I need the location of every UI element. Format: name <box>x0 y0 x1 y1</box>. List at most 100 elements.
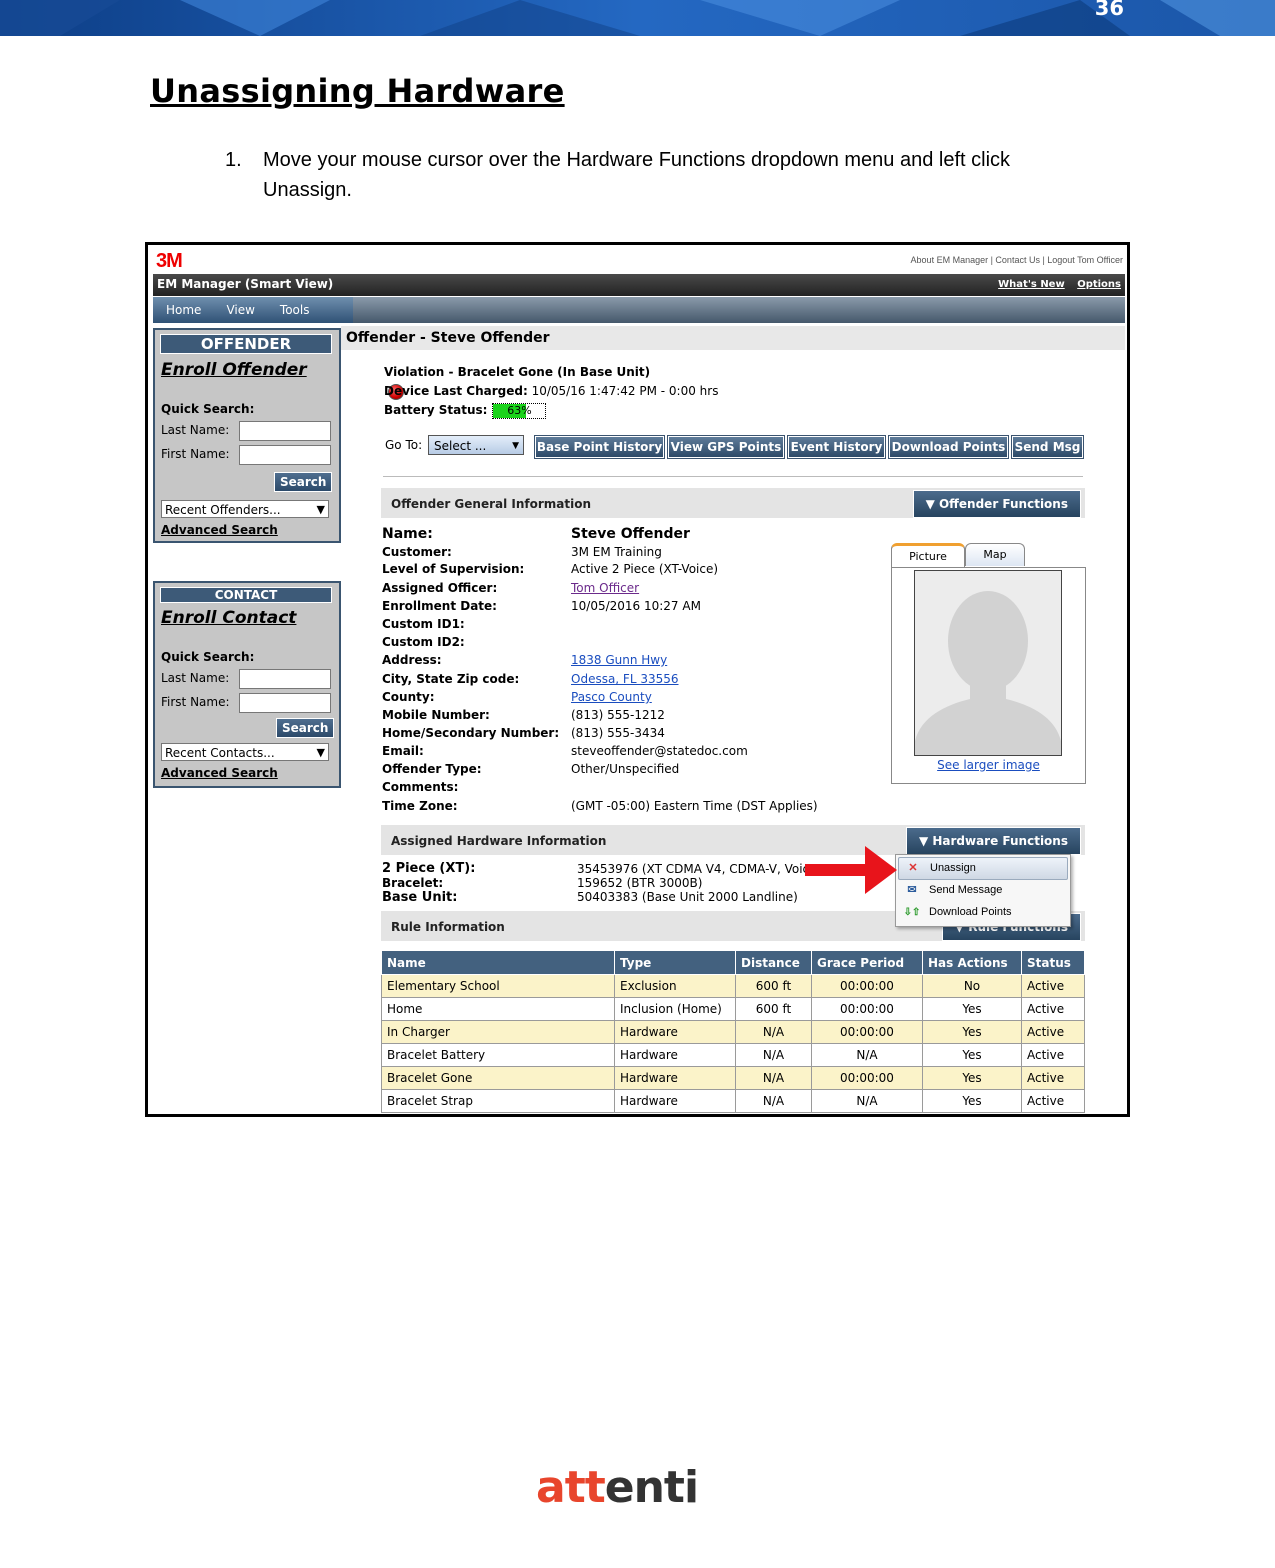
table-row[interactable]: In Charger Hardware N/A 00:00:00 Yes Active <box>381 1020 1085 1044</box>
app-top-bar: 3M About EM Manager | Contact Us | Logou… <box>153 250 1125 272</box>
column-header[interactable]: Status <box>1021 950 1085 975</box>
first-name-label: First Name: <box>161 447 230 461</box>
menu-item-download-points[interactable]: ⇩⇧ Download Points <box>898 902 1066 923</box>
info-label: Email: <box>382 744 424 758</box>
table-cell: In Charger <box>381 1020 615 1044</box>
table-row[interactable]: Elementary School Exclusion 600 ft 00:00:00… <box>381 974 1085 998</box>
contact-last-name-input[interactable] <box>239 669 331 689</box>
offender-advanced-search-link[interactable]: Advanced Search <box>161 523 278 537</box>
header-links: What's New Options <box>989 279 1121 290</box>
table-cell: Yes <box>922 1043 1022 1067</box>
download-points-button[interactable]: Download Points <box>888 435 1009 459</box>
address-link[interactable]: 1838 Gunn Hwy <box>571 653 667 667</box>
goto-select[interactable]: Select ... ▼ <box>428 435 524 455</box>
hardware-label: Base Unit: <box>382 890 458 905</box>
recent-offenders-value: Recent Offenders... <box>165 503 281 517</box>
enroll-offender-link[interactable]: Enroll Offender <box>161 360 307 380</box>
quick-search-label: Quick Search: <box>161 402 255 416</box>
table-cell: Active <box>1021 1020 1085 1044</box>
top-links[interactable]: About EM Manager | Contact Us | Logout T… <box>911 255 1123 265</box>
menu-item-send-message[interactable]: ✉ Send Message <box>898 880 1066 901</box>
menu-item-unassign[interactable]: ✕ Unassign <box>898 857 1068 880</box>
send-msg-button[interactable]: Send Msg <box>1011 435 1084 459</box>
table-cell: Active <box>1021 1066 1085 1090</box>
whats-new-link[interactable]: What's New <box>998 279 1065 290</box>
tab-picture[interactable]: Picture <box>891 543 965 568</box>
page-title: Offender - Steve Offender <box>346 330 550 346</box>
see-larger-image-link[interactable]: See larger image <box>892 758 1085 772</box>
red-arrow-icon <box>805 846 897 894</box>
menu-view[interactable]: View <box>213 297 266 323</box>
contact-search-button[interactable]: Search <box>276 718 335 738</box>
table-cell: Elementary School <box>381 974 615 998</box>
officer-link[interactable]: Tom Officer <box>571 581 639 595</box>
chevron-down-icon: ▼ <box>316 746 325 759</box>
info-value: Tom Officer <box>571 581 639 595</box>
table-cell: Bracelet Battery <box>381 1043 615 1067</box>
tab-map[interactable]: Map <box>965 543 1025 566</box>
recent-contacts-value: Recent Contacts... <box>165 746 275 760</box>
menu-group: HomeViewToolsHelp <box>153 297 353 343</box>
table-row[interactable]: Bracelet Battery Hardware N/A N/A Yes Active <box>381 1043 1085 1067</box>
column-header[interactable]: Type <box>614 950 736 975</box>
event-history-button[interactable]: Event History <box>787 435 886 459</box>
rules-header-row: Name Type Distance Grace Period Has Acti… <box>381 950 1085 975</box>
info-value: Pasco County <box>571 690 652 704</box>
address-link[interactable]: Odessa, FL 33556 <box>571 672 679 686</box>
info-value: Odessa, FL 33556 <box>571 672 679 686</box>
contact-first-name-input[interactable] <box>239 693 331 713</box>
info-label: Offender Type: <box>382 762 482 776</box>
last-name-label: Last Name: <box>161 423 230 437</box>
table-cell: 00:00:00 <box>811 974 923 998</box>
table-row[interactable]: Bracelet Gone Hardware N/A 00:00:00 Yes Activ… <box>381 1066 1085 1090</box>
menu-tools[interactable]: Tools <box>267 297 322 323</box>
column-header[interactable]: Distance <box>735 950 812 975</box>
table-row[interactable]: Home Inclusion (Home) 600 ft 00:00:00 Yes Act… <box>381 997 1085 1021</box>
rule-info-title: Rule Information <box>391 920 505 934</box>
column-header[interactable]: Grace Period <box>811 950 923 975</box>
table-cell: Inclusion (Home) <box>614 997 736 1021</box>
table-cell: 00:00:00 <box>811 1066 923 1090</box>
last-name-label: Last Name: <box>161 671 230 685</box>
table-cell: Yes <box>922 1066 1022 1090</box>
offender-search-button[interactable]: Search <box>274 472 333 492</box>
envelope-icon: ✉ <box>907 884 917 896</box>
menu-item-label: Send Message <box>929 884 1003 896</box>
rules-table: Name Type Distance Grace Period Has Acti… <box>381 950 1085 1113</box>
enroll-contact-link[interactable]: Enroll Contact <box>161 608 296 628</box>
hardware-functions-button[interactable]: ▼ Hardware Functions <box>905 827 1081 855</box>
table-cell: 600 ft <box>735 997 812 1021</box>
offender-first-name-input[interactable] <box>239 445 331 465</box>
app-title-bar: EM Manager (Smart View) What's New Optio… <box>153 274 1125 296</box>
column-header[interactable]: Name <box>381 950 615 975</box>
info-label: Enrollment Date: <box>382 599 497 613</box>
em-manager-screenshot: 3M About EM Manager | Contact Us | Logou… <box>145 242 1130 1117</box>
info-value: (813) 555-3434 <box>571 726 665 740</box>
info-value: steveoffender@statedoc.com <box>571 744 748 758</box>
offender-last-name-input[interactable] <box>239 421 331 441</box>
attenti-logo: attenti <box>536 1462 699 1513</box>
recent-contacts-select[interactable]: Recent Contacts... ▼ <box>161 743 329 761</box>
recent-offenders-select[interactable]: Recent Offenders... ▼ <box>161 500 329 518</box>
offender-functions-button[interactable]: ▼ Offender Functions <box>912 490 1081 518</box>
base-point-history-button[interactable]: Base Point History <box>534 435 665 459</box>
table-cell: Active <box>1021 997 1085 1021</box>
table-cell: Hardware <box>614 1020 736 1044</box>
column-header[interactable]: Has Actions <box>922 950 1022 975</box>
contact-advanced-search-link[interactable]: Advanced Search <box>161 766 278 780</box>
banner-graphic <box>0 0 1275 36</box>
table-cell: Home <box>381 997 615 1021</box>
table-cell: 600 ft <box>735 974 812 998</box>
view-gps-points-button[interactable]: View GPS Points <box>667 435 785 459</box>
options-link[interactable]: Options <box>1077 279 1121 290</box>
hardware-value: 50403383 (Base Unit 2000 Landline) <box>577 890 798 904</box>
table-row[interactable]: Bracelet Strap Hardware N/A N/A Yes Active <box>381 1089 1085 1113</box>
hardware-value: 159652 (BTR 3000B) <box>577 876 703 890</box>
menu-item-label: Unassign <box>930 862 976 874</box>
county-link[interactable]: Pasco County <box>571 690 652 704</box>
battery-percent: 63% <box>507 403 532 417</box>
offender-heading: OFFENDER <box>160 334 332 354</box>
table-cell: N/A <box>735 1066 812 1090</box>
menu-home[interactable]: Home <box>153 297 213 323</box>
battery-status-bar: 63% <box>492 402 547 419</box>
